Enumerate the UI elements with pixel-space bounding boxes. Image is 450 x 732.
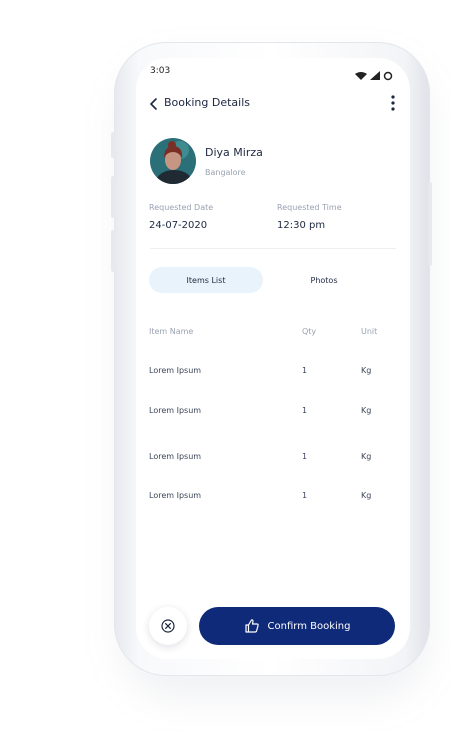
signal-icon	[370, 71, 380, 80]
unit-cell: Kg	[361, 452, 372, 461]
page-title: Booking Details	[164, 96, 251, 109]
confirm-booking-button[interactable]: Confirm Booking	[199, 607, 395, 645]
more-options-icon[interactable]	[390, 94, 396, 112]
qty-cell: 1	[302, 452, 308, 461]
column-header-item-name: Item Name	[149, 327, 194, 336]
cancel-button[interactable]	[149, 607, 187, 645]
tab-items-list[interactable]: Items List	[149, 267, 263, 293]
item-name-cell: Lorem Ipsum	[149, 406, 202, 415]
app-header: Booking Details	[148, 94, 398, 114]
phone-side-button	[111, 176, 115, 218]
confirm-booking-label: Confirm Booking	[267, 620, 351, 632]
requested-date-label: Requested Date	[149, 203, 214, 212]
profile-name: Diya Mirza	[205, 146, 263, 159]
divider	[150, 248, 396, 249]
item-name-cell: Lorem Ipsum	[149, 452, 202, 461]
close-circle-icon	[161, 619, 175, 633]
battery-icon	[383, 71, 393, 81]
unit-cell: Kg	[361, 406, 372, 415]
avatar	[150, 138, 196, 184]
unit-cell: Kg	[361, 366, 372, 375]
qty-cell: 1	[302, 406, 308, 415]
requested-date-value: 24-07-2020	[149, 220, 208, 231]
requested-time-label: Requested Time	[277, 203, 342, 212]
tab-photos[interactable]: Photos	[276, 267, 372, 293]
profile-location: Bangalore	[205, 168, 246, 177]
status-icons	[354, 66, 394, 81]
unit-cell: Kg	[361, 491, 372, 500]
thumbs-up-icon	[244, 619, 259, 633]
item-name-cell: Lorem Ipsum	[149, 491, 202, 500]
phone-side-button	[428, 182, 432, 266]
back-arrow-icon[interactable]	[148, 96, 162, 110]
phone-side-button	[111, 132, 115, 158]
app-screen: 3:03 Booking Details Diya Mirza Bangalor…	[136, 58, 410, 659]
column-header-qty: Qty	[302, 327, 317, 336]
item-name-cell: Lorem Ipsum	[149, 366, 202, 375]
phone-side-button	[111, 230, 115, 272]
column-header-unit: Unit	[361, 327, 378, 336]
bottom-action-bar: Confirm Booking	[136, 598, 410, 659]
wifi-icon	[355, 72, 367, 80]
status-time: 3:03	[150, 66, 171, 76]
qty-cell: 1	[302, 491, 308, 500]
requested-time-value: 12:30 pm	[277, 220, 326, 231]
qty-cell: 1	[302, 366, 308, 375]
